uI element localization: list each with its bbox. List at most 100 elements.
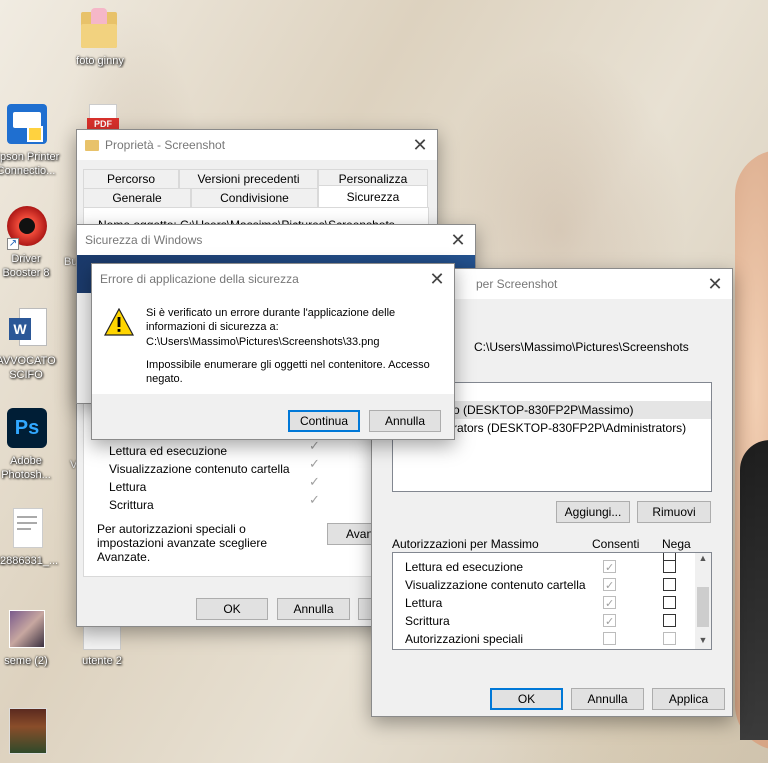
desktop-icon-label: 32886331_...	[0, 555, 59, 567]
desktop-icon-foto-ginny[interactable]: foto ginny	[58, 6, 142, 68]
permissions-header: Autorizzazioni per Massimo	[392, 537, 539, 551]
close-button[interactable]: ✕	[441, 225, 475, 255]
user-name: rators (DESKTOP-830FP2P\Administrators)	[453, 421, 687, 435]
scroll-down-arrow-icon[interactable]: ▼	[695, 635, 711, 649]
close-icon: ✕	[429, 268, 445, 290]
allow-checkbox[interactable]: ✓	[603, 560, 616, 574]
error-dialog-titlebar: Errore di applicazione della sicurezza ✕	[92, 264, 454, 294]
permission-row: Scrittura ✓	[393, 612, 711, 630]
error-message: Si è verificato un errore durante l'appl…	[146, 307, 396, 333]
document-thumbnail-icon	[5, 506, 47, 552]
desktop-icon-label: Epson Printer Connectio...	[0, 151, 60, 177]
wallpaper-figure-dress	[740, 440, 768, 740]
close-icon: ✕	[450, 229, 466, 251]
desktop-icon-epson[interactable]: Epson Printer Connectio...	[0, 102, 68, 178]
deny-checkbox[interactable]	[663, 560, 676, 573]
tab-generale[interactable]: Generale	[83, 188, 191, 207]
scrollbar-thumb[interactable]	[697, 587, 709, 627]
apply-button[interactable]: Applica	[652, 688, 725, 710]
scroll-up-arrow-icon[interactable]: ▲	[695, 553, 711, 567]
advanced-info-text: Per autorizzazioni speciali o impostazio…	[97, 522, 268, 564]
deny-checkbox[interactable]	[663, 578, 676, 591]
tab-versioni-precedenti[interactable]: Versioni precedenti	[179, 169, 318, 188]
allow-header: Consenti	[592, 537, 640, 551]
desktop-icon-label: Adobe Photosh...	[1, 455, 51, 481]
allow-checkbox[interactable]: ✓	[603, 578, 616, 592]
permission-name: Visualizzazione contenuto cartella	[405, 578, 586, 592]
cancel-button[interactable]: Annulla	[277, 598, 350, 620]
close-icon: ✕	[412, 134, 428, 156]
driver-booster-icon: ↗	[5, 204, 47, 250]
error-dialog: Errore di applicazione della sicurezza ✕…	[91, 263, 455, 440]
window-title: Sicurezza di Windows	[85, 233, 203, 247]
scrollbar[interactable]: ▲ ▼	[695, 553, 711, 649]
photo-thumbnail-icon	[5, 706, 47, 754]
desktop-icon-label: AVVOCATO SCIFO	[0, 355, 56, 381]
permission-name: Scrittura	[109, 498, 154, 512]
permission-name: Lettura	[109, 480, 147, 494]
permissions-list[interactable]: Lettura ed esecuzione ✓ Visualizzazione …	[392, 552, 712, 650]
tab-condivisione[interactable]: Condivisione	[191, 188, 318, 207]
permission-name: Lettura ed esecuzione	[109, 444, 228, 458]
tab-sicurezza[interactable]: Sicurezza	[318, 185, 428, 207]
ok-button[interactable]: OK	[490, 688, 563, 710]
window-title: Proprietà - Screenshot	[105, 138, 226, 152]
check-icon: ✓	[309, 493, 320, 508]
permission-name: Lettura	[405, 596, 443, 610]
desktop-icon-avvocato-scifo[interactable]: W AVVOCATO SCIFO	[0, 306, 68, 382]
continue-button[interactable]: Continua	[288, 410, 360, 432]
shortcut-arrow-icon: ↗	[7, 238, 19, 250]
properties-titlebar: Proprietà - Screenshot ✕	[77, 130, 437, 160]
permission-name: Scrittura	[405, 614, 450, 628]
error-dialog-body: Si è verificato un errore durante l'appl…	[92, 294, 454, 394]
deny-checkbox[interactable]	[663, 632, 676, 645]
desktop-icon-label: utente 2	[82, 655, 122, 667]
advanced-button[interactable]: Avan	[327, 523, 377, 545]
object-name: C:\Users\Massimo\Pictures\Screenshots	[474, 340, 689, 354]
deny-checkbox[interactable]	[663, 596, 676, 609]
ok-button[interactable]: OK	[196, 598, 268, 620]
permission-row: Lettura ✓	[393, 594, 711, 612]
allow-checkbox[interactable]: ✓	[603, 596, 616, 610]
check-icon: ✓	[309, 475, 320, 490]
permission-row: Autorizzazioni speciali	[393, 630, 711, 648]
deny-checkbox[interactable]	[663, 614, 676, 627]
user-name: o (DESKTOP-830FP2P\Massimo)	[453, 403, 634, 417]
desktop-icon-32886331[interactable]: 32886331_...	[0, 506, 68, 568]
allow-checkbox[interactable]	[603, 632, 616, 645]
permission-name: Lettura ed esecuzione	[405, 560, 524, 574]
check-icon: ✓	[309, 457, 320, 472]
printer-app-icon	[5, 102, 47, 148]
remove-button[interactable]: Rimuovi	[637, 501, 711, 523]
cancel-button[interactable]: Annulla	[369, 410, 441, 432]
deny-header: Nega	[662, 537, 691, 551]
desktop-icon-label: seme (2)	[4, 655, 48, 667]
window-title: Errore di applicazione della sicurezza	[100, 272, 299, 286]
check-icon: ✓	[309, 439, 320, 454]
close-icon: ✕	[707, 273, 723, 295]
tab-percorso[interactable]: Percorso	[83, 169, 179, 188]
desktop-icon-seme-2[interactable]: seme (2)	[0, 606, 68, 668]
close-button[interactable]: ✕	[698, 269, 732, 299]
desktop-icon-driver-booster[interactable]: ↗ Driver Booster 8	[0, 204, 68, 280]
desktop-icon-label: foto ginny	[76, 55, 124, 67]
windows-security-titlebar: Sicurezza di Windows ✕	[77, 225, 475, 255]
folder-icon	[79, 6, 121, 52]
word-document-icon: W	[5, 306, 47, 352]
add-button[interactable]: Aggiungi...	[556, 501, 630, 523]
photo-thumbnail-icon	[5, 606, 47, 652]
permission-name: Autorizzazioni speciali	[405, 632, 524, 646]
close-button[interactable]: ✕	[403, 130, 437, 160]
desktop-icon-label: Driver Booster 8	[2, 253, 50, 279]
warning-icon	[104, 308, 134, 336]
permission-row: Lettura ed esecuzione ✓	[393, 558, 711, 576]
window-title: per Screenshot	[476, 277, 558, 291]
allow-checkbox[interactable]: ✓	[603, 614, 616, 628]
folder-icon	[85, 139, 99, 151]
desktop-icon-photoshop[interactable]: Ps Adobe Photosh...	[0, 406, 68, 482]
permission-row: Visualizzazione contenuto cartella ✓	[393, 576, 711, 594]
error-detail: Impossibile enumerare gli oggetti nel co…	[146, 359, 430, 385]
cancel-button[interactable]: Annulla	[571, 688, 644, 710]
close-button[interactable]: ✕	[420, 264, 454, 294]
desktop-icon-thumbnail[interactable]	[0, 706, 68, 754]
